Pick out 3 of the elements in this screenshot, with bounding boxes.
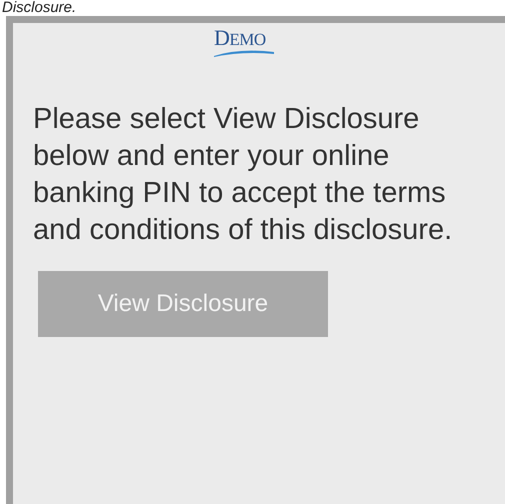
instruction-text: Please select View Disclosure below and enter your online banking PIN to accept the terms and conditions of this disclosure. <box>33 102 454 248</box>
caption: Disclosure. <box>2 0 78 16</box>
logo: DEMO <box>214 29 274 57</box>
